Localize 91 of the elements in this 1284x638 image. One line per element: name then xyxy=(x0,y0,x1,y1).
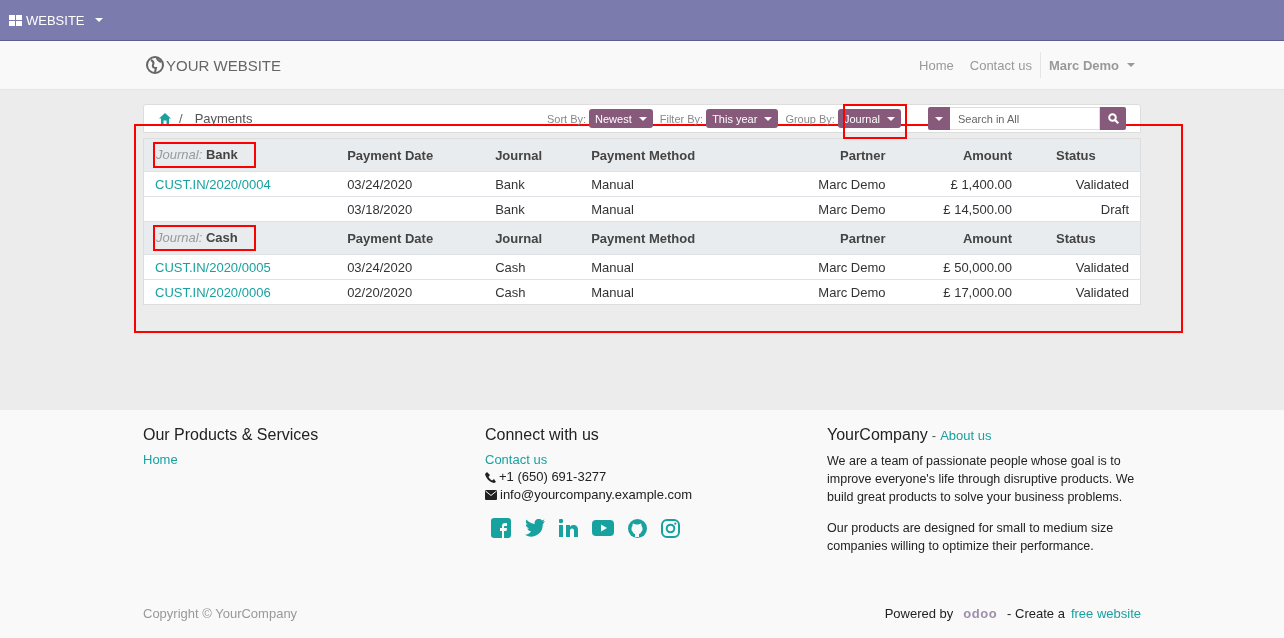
search-filter-button[interactable] xyxy=(928,107,950,130)
search-field[interactable]: Search in All xyxy=(950,107,1100,130)
table-cell: £ 17,000.00 xyxy=(896,279,1023,305)
column-header: Status xyxy=(1023,138,1141,172)
breadcrumb-current: Payments xyxy=(194,111,253,126)
column-header: Amount xyxy=(896,138,1023,172)
table-cell: Marc Demo xyxy=(772,171,897,197)
table-cell: Bank xyxy=(484,196,581,222)
column-header: Journal xyxy=(484,221,581,255)
table-cell: Cash xyxy=(484,254,581,280)
caret-icon xyxy=(887,116,895,121)
payment-link[interactable]: CUST.IN/2020/0005 xyxy=(155,259,271,275)
site-logo[interactable]: YOUR WEBSITE xyxy=(146,56,281,74)
footer-heading: Our Products & Services xyxy=(143,426,320,444)
control-label: Sort By: xyxy=(546,112,587,125)
table-cell: Validated xyxy=(1023,279,1141,305)
dropdown-button[interactable]: Newest xyxy=(589,109,653,128)
table-cell: Marc Demo xyxy=(772,196,897,222)
grid-icon xyxy=(9,14,22,26)
email-address: info@yourcompany.example.com xyxy=(500,486,693,504)
powered-by-text: Powered by xyxy=(884,606,954,621)
table-cell: 03/18/2020 xyxy=(336,196,485,222)
nav-link[interactable]: Contact us xyxy=(969,57,1032,73)
payment-link[interactable]: CUST.IN/2020/0006 xyxy=(155,284,271,300)
footer-heading: Connect with us xyxy=(485,426,600,444)
table-cell: Validated xyxy=(1023,171,1141,197)
payment-link[interactable]: CUST.IN/2020/0004 xyxy=(155,176,271,192)
column-header: Journal xyxy=(484,138,581,172)
table-cell: Bank xyxy=(484,171,581,197)
footer-link[interactable]: Home xyxy=(143,452,485,467)
table-cell: £ 1,400.00 xyxy=(896,171,1023,197)
column-header: Payment Date xyxy=(336,138,485,172)
control-label: Group By: xyxy=(785,112,835,125)
column-header: Partner xyxy=(772,138,897,172)
table-cell: Manual xyxy=(580,254,773,280)
phone-number: +1 (650) 691-3277 xyxy=(499,468,607,486)
dropdown-button[interactable]: Journal xyxy=(837,109,901,128)
table-cell: £ 50,000.00 xyxy=(896,254,1023,280)
separator: - xyxy=(931,428,937,443)
table-cell: Marc Demo xyxy=(772,254,897,280)
caret-icon xyxy=(935,116,943,121)
column-header: Payment Method xyxy=(580,138,773,172)
footer-link[interactable]: About us xyxy=(940,428,992,443)
instagram-icon xyxy=(661,518,680,538)
footer-paragraph: We are a team of passionate people whose goal is to improve everyone's life through disruptive products. We build great products to solve your business problems. xyxy=(827,453,1136,506)
facebook-icon xyxy=(491,518,511,538)
website-menu-button[interactable]: WEBSITE xyxy=(0,0,112,40)
caret-icon xyxy=(1127,63,1135,67)
search-icon xyxy=(1107,113,1119,124)
footer-link[interactable]: Contact us xyxy=(485,452,827,467)
column-header: Payment Method xyxy=(580,221,773,255)
linkedin-icon xyxy=(559,519,578,537)
table-cell: Cash xyxy=(484,279,581,305)
caret-icon xyxy=(638,116,647,121)
dropdown-button[interactable]: This year xyxy=(706,109,779,128)
table-cell: Manual xyxy=(580,196,773,222)
table-cell: 02/20/2020 xyxy=(336,279,485,305)
breadcrumb-separator: / xyxy=(179,111,183,126)
control-label: Filter By: xyxy=(659,112,704,125)
globe-icon xyxy=(146,56,164,74)
twitter-icon xyxy=(525,519,545,537)
brand-logo[interactable]: odoo xyxy=(963,606,998,621)
table-cell: Marc Demo xyxy=(772,279,897,305)
copyright-text: Copyright © YourCompany xyxy=(143,606,298,621)
caret-icon xyxy=(764,116,773,121)
create-text: - Create a xyxy=(1007,606,1065,621)
group-label: Journal: Cash xyxy=(153,225,256,251)
column-header: Status xyxy=(1023,221,1141,255)
table-cell: Draft xyxy=(1023,196,1141,222)
column-header: Amount xyxy=(896,221,1023,255)
footer-paragraph: Our products are designed for small to medium size companies willing to optimize their performance. xyxy=(827,520,1115,555)
table-cell: 03/24/2020 xyxy=(336,171,485,197)
table-cell: 03/24/2020 xyxy=(336,254,485,280)
table-cell: £ 14,500.00 xyxy=(896,196,1023,222)
footer-heading: YourCompany xyxy=(827,426,928,444)
caret-icon xyxy=(94,18,103,22)
column-header: Payment Date xyxy=(336,221,485,255)
github-icon xyxy=(628,518,647,538)
footer-link[interactable]: free website xyxy=(1070,606,1141,621)
home-icon xyxy=(159,113,171,124)
search-button[interactable] xyxy=(1100,107,1126,130)
table-cell: Validated xyxy=(1023,254,1141,280)
group-label: Journal: Bank xyxy=(153,142,256,168)
envelope-icon xyxy=(485,490,497,500)
video-play-icon xyxy=(592,520,614,536)
table-cell: Manual xyxy=(580,171,773,197)
column-header: Partner xyxy=(772,221,897,255)
table-cell: Manual xyxy=(580,279,773,305)
user-menu[interactable]: Marc Demo xyxy=(1039,52,1141,78)
nav-link[interactable]: Home xyxy=(919,57,954,73)
phone-icon xyxy=(485,471,496,483)
